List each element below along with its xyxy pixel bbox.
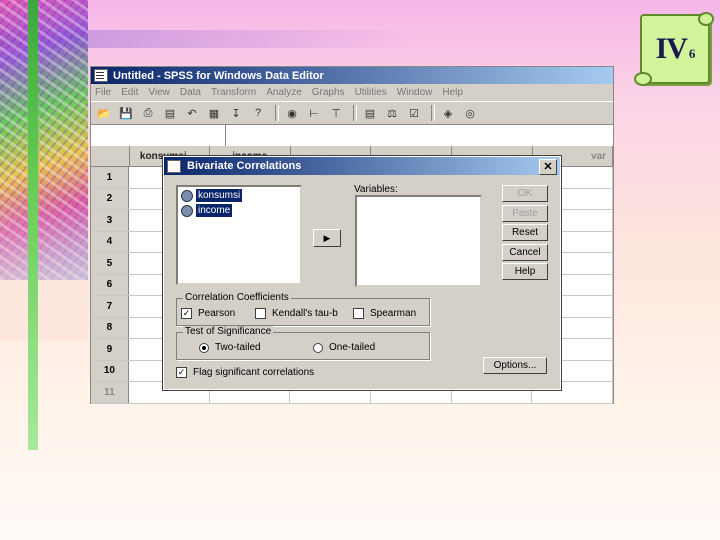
row-number[interactable]: 10	[91, 360, 129, 381]
group-title: Test of Significance	[183, 326, 274, 337]
goto-case-icon[interactable]: ↧	[227, 104, 245, 122]
dialog-recall-icon[interactable]: ▤	[161, 104, 179, 122]
flag-significant-checkbox[interactable]: ✓ Flag significant correlations	[176, 367, 314, 378]
use-sets-icon[interactable]: ◎	[461, 104, 479, 122]
menu-data[interactable]: Data	[180, 87, 201, 98]
decorative-art-fade	[0, 200, 88, 340]
one-tailed-radio[interactable]: One-tailed	[313, 342, 375, 353]
toolbar: 📂 💾 ⎙ ▤ ↶ ▦ ↧ ? ◉ ⊢ ⊤ ▤ ⚖ ☑ ◈ ◎	[91, 101, 613, 125]
cell-editor-bar[interactable]	[91, 125, 613, 148]
menu-edit[interactable]: Edit	[121, 87, 138, 98]
move-variable-button[interactable]: ▶	[313, 229, 341, 247]
weight-cases-icon[interactable]: ⚖	[383, 104, 401, 122]
menu-graphs[interactable]: Graphs	[312, 87, 345, 98]
menu-view[interactable]: View	[148, 87, 170, 98]
row-number[interactable]: 7	[91, 296, 129, 317]
variables-list[interactable]	[355, 195, 482, 287]
menu-analyze[interactable]: Analyze	[266, 87, 302, 98]
open-icon[interactable]: 📂	[95, 104, 113, 122]
variables-label: Variables:	[354, 184, 398, 195]
spearman-checkbox[interactable]: Spearman	[353, 308, 416, 319]
menu-window[interactable]: Window	[397, 87, 433, 98]
row-number[interactable]: 11	[91, 382, 129, 403]
list-item[interactable]: income	[181, 204, 300, 217]
dialog-title: Bivariate Correlations	[187, 160, 302, 172]
window-titlebar: Untitled - SPSS for Windows Data Editor	[91, 67, 613, 84]
paste-button[interactable]: Paste	[502, 205, 548, 222]
row-number[interactable]: 8	[91, 317, 129, 338]
close-icon[interactable]: ✕	[539, 159, 557, 175]
value-labels-icon[interactable]: ◈	[439, 104, 457, 122]
row-number[interactable]: 3	[91, 210, 129, 231]
badge-sub: 6	[688, 46, 695, 61]
split-file-icon[interactable]: ▤	[361, 104, 379, 122]
menu-transform[interactable]: Transform	[211, 87, 256, 98]
check-icon: ✓	[176, 367, 187, 378]
options-button[interactable]: Options...	[483, 357, 547, 374]
variable-label: konsumsi	[196, 189, 243, 202]
menu-bar: File Edit View Data Transform Analyze Gr…	[91, 84, 613, 101]
cell-reference	[91, 125, 226, 146]
row-number[interactable]: 6	[91, 274, 129, 295]
insert-case-icon[interactable]: ⊢	[305, 104, 323, 122]
spss-app-icon	[94, 69, 108, 82]
slide-number-badge: IV 6	[634, 12, 714, 86]
variable-label: income	[196, 204, 233, 217]
two-tailed-radio[interactable]: Two-tailed	[199, 342, 261, 353]
cancel-button[interactable]: Cancel	[502, 244, 548, 261]
group-title: Correlation Coefficients	[183, 292, 291, 303]
decorative-green-bar	[28, 0, 38, 450]
find-icon[interactable]: ◉	[283, 104, 301, 122]
dialog-titlebar: Bivariate Correlations ✕	[164, 157, 560, 175]
list-item[interactable]: konsumsi	[181, 189, 300, 202]
dialog-icon	[167, 159, 181, 173]
pearson-checkbox[interactable]: ✓ Pearson	[181, 308, 235, 319]
menu-utilities[interactable]: Utilities	[355, 87, 387, 98]
window-title: Untitled - SPSS for Windows Data Editor	[113, 69, 324, 82]
undo-icon[interactable]: ↶	[183, 104, 201, 122]
menu-file[interactable]: File	[95, 87, 111, 98]
radio-selected-icon	[202, 345, 206, 350]
bivariate-correlations-dialog: Bivariate Correlations ✕ konsumsi income…	[162, 155, 562, 391]
arrow-right-icon: ▶	[323, 232, 331, 243]
row-number[interactable]: 2	[91, 188, 129, 209]
row-number[interactable]: 1	[91, 167, 129, 188]
row-number[interactable]: 5	[91, 253, 129, 274]
ok-button[interactable]: OK	[502, 185, 548, 202]
print-icon[interactable]: ⎙	[139, 104, 157, 122]
scale-variable-icon	[181, 204, 193, 217]
save-icon[interactable]: 💾	[117, 104, 135, 122]
correlation-coefficients-group: Correlation Coefficients ✓ Pearson Kendal…	[176, 292, 430, 326]
test-of-significance-group: Test of Significance Two-tailed One-tail…	[176, 326, 430, 360]
row-number[interactable]: 4	[91, 231, 129, 252]
badge-roman: IV	[655, 32, 688, 65]
row-number[interactable]: 9	[91, 339, 129, 360]
insert-variable-icon[interactable]: ⊤	[327, 104, 345, 122]
kendall-checkbox[interactable]: Kendall's tau-b	[255, 308, 338, 319]
check-icon: ✓	[181, 308, 192, 319]
scale-variable-icon	[181, 189, 193, 202]
variables-icon[interactable]: ?	[249, 104, 267, 122]
menu-help[interactable]: Help	[442, 87, 463, 98]
chart-icon[interactable]: ▦	[205, 104, 223, 122]
help-button[interactable]: Help	[502, 263, 548, 280]
select-cases-icon[interactable]: ☑	[405, 104, 423, 122]
source-variable-list[interactable]: konsumsi income	[176, 185, 302, 285]
reset-button[interactable]: Reset	[502, 224, 548, 241]
